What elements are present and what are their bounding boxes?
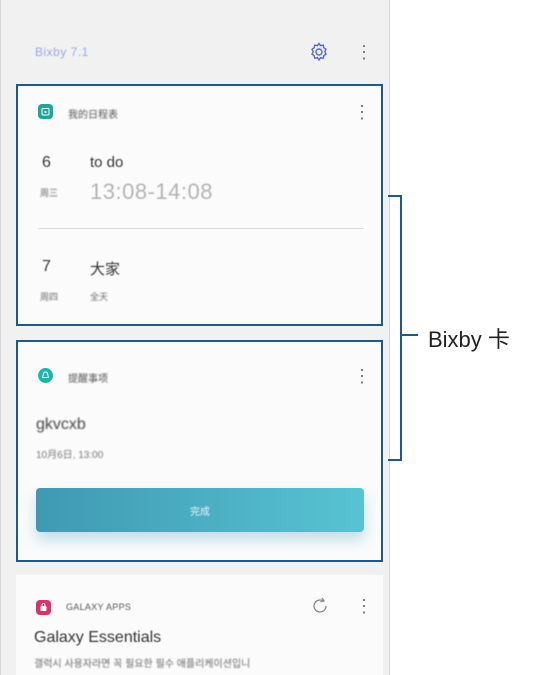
card-more-icon[interactable]: ⋮ bbox=[355, 594, 373, 618]
event-title[interactable]: to do bbox=[90, 154, 123, 171]
event-time: 全天 bbox=[90, 292, 109, 302]
card-more-icon[interactable]: ⋮ bbox=[353, 364, 371, 388]
event-weekday: 周三 bbox=[40, 188, 59, 198]
callout-bracket bbox=[388, 195, 402, 461]
reminder-time: 10月6日, 13:00 bbox=[36, 450, 104, 461]
galaxy-apps-card[interactable]: GALAXY APPS ⋮ Galaxy Essentials 갤럭시 사용자라… bbox=[16, 575, 383, 675]
schedule-card[interactable]: 我的日程表 ⋮ 6 周三 to do 13:08-14:08 7 周四 大家 全… bbox=[16, 84, 383, 326]
event-time: 13:08-14:08 bbox=[90, 179, 213, 204]
event-day: 7 bbox=[42, 258, 51, 275]
event-weekday: 周四 bbox=[40, 292, 59, 302]
bixby-header: Bixby 7.1 ⋮ bbox=[1, 0, 389, 82]
reminder-card-label: 提醒事项 bbox=[68, 374, 108, 385]
complete-button[interactable]: 完成 bbox=[36, 488, 364, 532]
reminder-title: gkvcxb bbox=[36, 416, 86, 433]
galaxy-card-description: 갤럭시 사용자라면 꼭 필요한 필수 애플리케이션입니 bbox=[34, 659, 251, 670]
event-day: 6 bbox=[42, 154, 51, 171]
divider bbox=[38, 228, 364, 229]
refresh-icon[interactable] bbox=[309, 595, 331, 617]
reminder-bell-icon bbox=[38, 368, 53, 383]
phone-screen: Bixby 7.1 ⋮ 我的日程表 ⋮ 6 周三 to do 13:08-14:… bbox=[0, 0, 390, 675]
galaxy-card-title: Galaxy Essentials bbox=[34, 629, 162, 646]
reminder-card[interactable]: 提醒事项 ⋮ gkvcxb 10月6日, 13:00 完成 bbox=[16, 340, 383, 562]
schedule-card-label: 我的日程表 bbox=[68, 110, 118, 121]
calendar-icon bbox=[38, 104, 53, 119]
more-options-icon[interactable]: ⋮ bbox=[355, 40, 373, 64]
card-more-icon[interactable]: ⋮ bbox=[353, 100, 371, 124]
event-title[interactable]: 大家 bbox=[90, 258, 120, 279]
complete-button-label: 完成 bbox=[190, 506, 210, 518]
callout-line bbox=[402, 334, 418, 336]
galaxy-apps-bag-icon bbox=[36, 600, 51, 615]
settings-gear-icon[interactable] bbox=[307, 40, 331, 64]
callout-label: Bixby 卡 bbox=[428, 327, 510, 352]
header-title: Bixby 7.1 bbox=[35, 45, 89, 59]
galaxy-apps-label: GALAXY APPS bbox=[66, 602, 132, 612]
